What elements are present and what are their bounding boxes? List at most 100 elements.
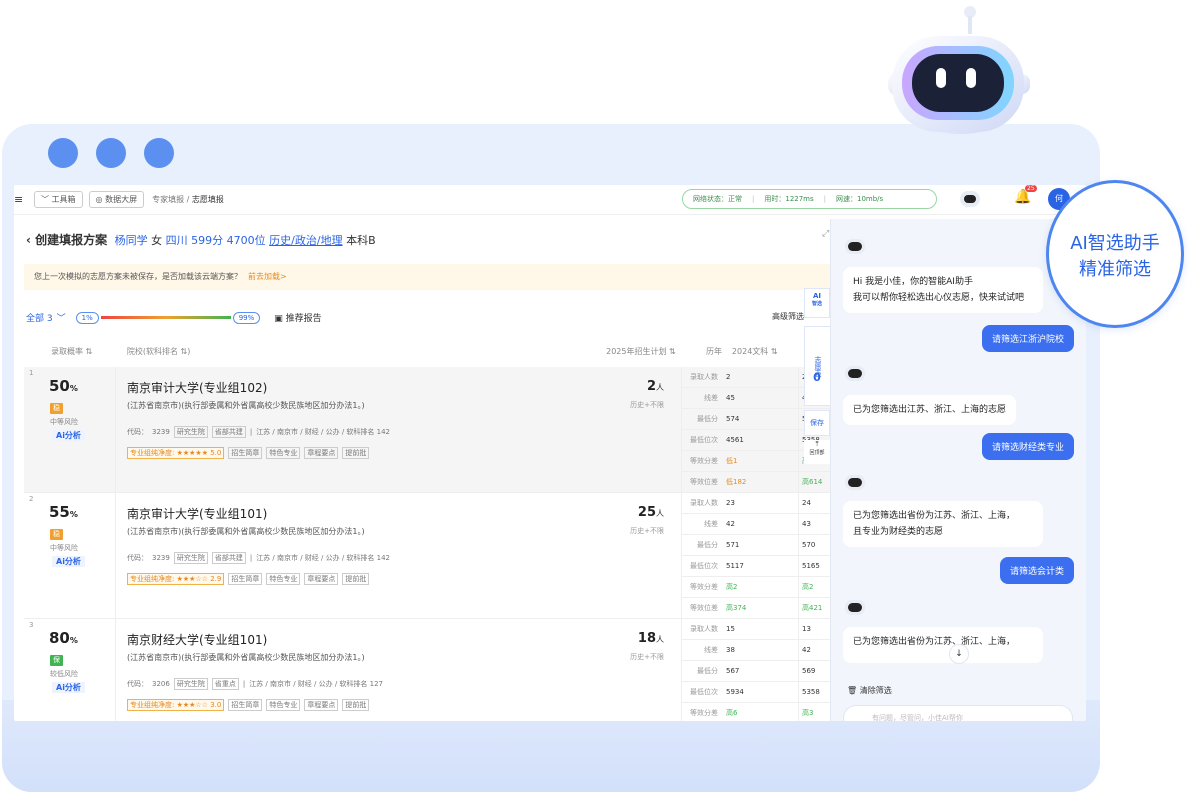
bot-avatar-icon bbox=[845, 600, 865, 615]
info-link[interactable]: 招生简章 bbox=[228, 699, 263, 711]
plan-value: 2 bbox=[646, 379, 656, 394]
all-filter[interactable]: 全部 3 bbox=[26, 311, 53, 324]
save-button[interactable]: 保存 bbox=[804, 410, 830, 436]
stat-key: 录取人数 bbox=[690, 625, 718, 633]
stat-key: 等效分差 bbox=[690, 709, 718, 717]
table-row[interactable]: 2 55% 稳 中等风险 Ai分析 南京审计大学(专业组101) (江苏省南京市… bbox=[24, 492, 831, 619]
stat-value-next: 高3 bbox=[802, 709, 814, 717]
school-name[interactable]: 南京财经大学(专业组101) bbox=[127, 631, 267, 648]
plan-value: 25 bbox=[637, 505, 656, 520]
scroll-down-icon[interactable]: ↓ bbox=[949, 644, 969, 664]
chat-input[interactable]: 有问题，尽管问，小佳AI帮你 bbox=[843, 705, 1073, 721]
info-link[interactable]: 提前批 bbox=[342, 447, 370, 459]
load-link[interactable]: 前去加载> bbox=[248, 272, 287, 281]
code-label: 代码： bbox=[127, 680, 148, 688]
stat-key: 等效分差 bbox=[690, 457, 718, 465]
prob-unit: % bbox=[69, 636, 78, 645]
ai-analysis-button[interactable]: Ai分析 bbox=[52, 430, 85, 441]
network-status: 网络状态：正常 | 用时：1227ms | 网速：10mb/s bbox=[682, 189, 937, 209]
stat-value-next: 42 bbox=[802, 646, 811, 654]
table-header: 录取概率 ⇅ 院校(软科排名 ⇅) 2025年招生计划 ⇅ 历年 2024文科 … bbox=[26, 337, 816, 365]
info-link[interactable]: 特色专业 bbox=[266, 447, 301, 459]
stat-row: 等效分差 高6 高3 bbox=[682, 702, 831, 721]
info-link[interactable]: 招生简章 bbox=[228, 573, 263, 585]
user-message-1: 请筛选江浙沪院校 bbox=[981, 325, 1074, 352]
table-row[interactable]: 1 50% 稳 中等风险 Ai分析 南京审计大学(专业组102) (江苏省南京市… bbox=[24, 366, 831, 493]
range-low[interactable]: 1% bbox=[75, 311, 99, 324]
back-icon[interactable]: ‹ bbox=[26, 233, 31, 247]
filter-row: 全部 3 ﹀ 1% 99% ▣ 推荐报告 bbox=[26, 311, 322, 324]
plan-value: 18 bbox=[637, 631, 656, 646]
enroll-plan: 18人 bbox=[624, 631, 664, 646]
wish-table-tab[interactable]: 志愿表 bbox=[804, 326, 832, 406]
ai-analysis-button[interactable]: Ai分析 bbox=[52, 682, 85, 693]
probability-bar[interactable] bbox=[100, 316, 231, 319]
stat-row: 最低分 571 570 bbox=[682, 534, 831, 556]
school-location: 江苏 / 南京市 / 财经 / 公办 / 软科排名 127 bbox=[249, 680, 384, 688]
app-window: ≡ ﹀ 工具箱 ◎ 数据大屏 专家填报 / 志愿填报 网络状态：正常 | 用时：… bbox=[14, 185, 1086, 721]
notice-bar: 您上一次模拟的志愿方案未被保存，是否加载该云端方案？ 前去加载> bbox=[24, 264, 830, 290]
info-link[interactable]: 招生简章 bbox=[228, 447, 263, 459]
stat-value: 42 bbox=[722, 513, 799, 535]
plan-unit: 人 bbox=[656, 509, 664, 518]
header-school[interactable]: 院校(软科排名 ⇅) bbox=[127, 346, 606, 357]
stat-key: 等效位差 bbox=[690, 604, 718, 612]
user-message-2: 请筛选财经类专业 bbox=[981, 433, 1074, 460]
ai-analysis-button[interactable]: Ai分析 bbox=[52, 556, 85, 567]
school-desc: (江苏省南京市)(执行部委属和外省属高校少数民族地区加分办法1。) bbox=[127, 653, 365, 662]
toolbox-button[interactable]: ﹀ 工具箱 bbox=[34, 191, 83, 208]
ai-select-tab[interactable]: AI 智选 bbox=[804, 288, 830, 318]
stat-value-next: 高614 bbox=[802, 478, 823, 486]
header-history: 历年 bbox=[705, 346, 722, 356]
info-link[interactable]: 特色专业 bbox=[266, 573, 301, 585]
stat-value: 高6 bbox=[722, 702, 799, 721]
info-link[interactable]: 章程要点 bbox=[304, 699, 339, 711]
header-year[interactable]: 2024文科 ⇅ bbox=[732, 346, 806, 357]
risk-badge: 稳 bbox=[50, 403, 63, 414]
risk-badge: 稳 bbox=[50, 529, 63, 540]
info-link[interactable]: 章程要点 bbox=[304, 573, 339, 585]
school-meta: 代码： 3239 研究生院 省部共建 | 江苏 / 南京市 / 财经 / 公办 / 软科排… bbox=[127, 426, 391, 438]
info-link[interactable]: 章程要点 bbox=[304, 447, 339, 459]
stat-value: 2 bbox=[722, 366, 799, 388]
ai-tab-label: AI bbox=[812, 292, 822, 300]
info-link[interactable]: 特色专业 bbox=[266, 699, 301, 711]
clear-filter-button[interactable]: 🗑 清除筛选 bbox=[847, 685, 892, 696]
expand-icon[interactable]: ⤢ bbox=[822, 229, 829, 239]
info-link[interactable]: 提前批 bbox=[342, 699, 370, 711]
stat-key: 最低分 bbox=[697, 541, 718, 549]
stat-value-next: 5358 bbox=[802, 688, 820, 696]
risk-label: 中等风险 bbox=[50, 418, 78, 426]
bot-avatar-icon bbox=[845, 475, 865, 490]
bigscreen-button[interactable]: ◎ 数据大屏 bbox=[88, 191, 145, 208]
stat-row: 录取人数 15 13 bbox=[682, 618, 831, 640]
stat-value-next: 13 bbox=[802, 625, 811, 633]
stat-row: 录取人数 23 24 bbox=[682, 492, 831, 514]
school-location: 江苏 / 南京市 / 财经 / 公办 / 软科排名 142 bbox=[256, 554, 391, 562]
menu-icon[interactable]: ≡ bbox=[14, 193, 28, 206]
school-name[interactable]: 南京审计大学(专业组101) bbox=[127, 505, 267, 522]
risk-label: 较低风险 bbox=[50, 670, 78, 678]
report-button[interactable]: ▣ 推荐报告 bbox=[274, 311, 321, 324]
info-link[interactable]: 提前批 bbox=[342, 573, 370, 585]
advanced-filter[interactable]: 高级筛选 bbox=[772, 311, 804, 322]
crumb-expert[interactable]: 专家填报 bbox=[152, 195, 184, 204]
back-to-top-button[interactable]: ⤒ 回顶部 bbox=[804, 440, 830, 464]
bot-avatar-icon bbox=[845, 239, 865, 254]
purity-row: 专业组纯净度: ★★★☆☆ 2.9 招生简章 特色专业 章程要点 提前批 bbox=[127, 573, 370, 585]
school-tag: 省部共建 bbox=[211, 552, 246, 564]
notice-text: 您上一次模拟的志愿方案未被保存，是否加载该云端方案？ bbox=[34, 272, 242, 281]
chevron-down-icon[interactable]: ﹀ bbox=[57, 311, 66, 324]
stat-value: 4561 bbox=[722, 429, 799, 451]
stat-value-next: 569 bbox=[802, 667, 816, 675]
header-prob[interactable]: 录取概率 ⇅ bbox=[51, 346, 127, 357]
window-dot-1 bbox=[48, 138, 78, 168]
table-row[interactable]: 3 80% 保 较低风险 Ai分析 南京财经大学(专业组101) (江苏省南京市… bbox=[24, 618, 831, 721]
stat-row: 等效位差 高374 高421 bbox=[682, 597, 831, 619]
header-plan[interactable]: 2025年招生计划 ⇅ bbox=[606, 346, 706, 357]
stat-key: 录取人数 bbox=[690, 373, 718, 381]
school-meta: 代码： 3239 研究生院 省部共建 | 江苏 / 南京市 / 财经 / 公办 / 软科排… bbox=[127, 552, 391, 564]
school-name[interactable]: 南京审计大学(专业组102) bbox=[127, 379, 267, 396]
assistant-icon[interactable] bbox=[960, 191, 980, 207]
range-high[interactable]: 99% bbox=[232, 311, 261, 324]
